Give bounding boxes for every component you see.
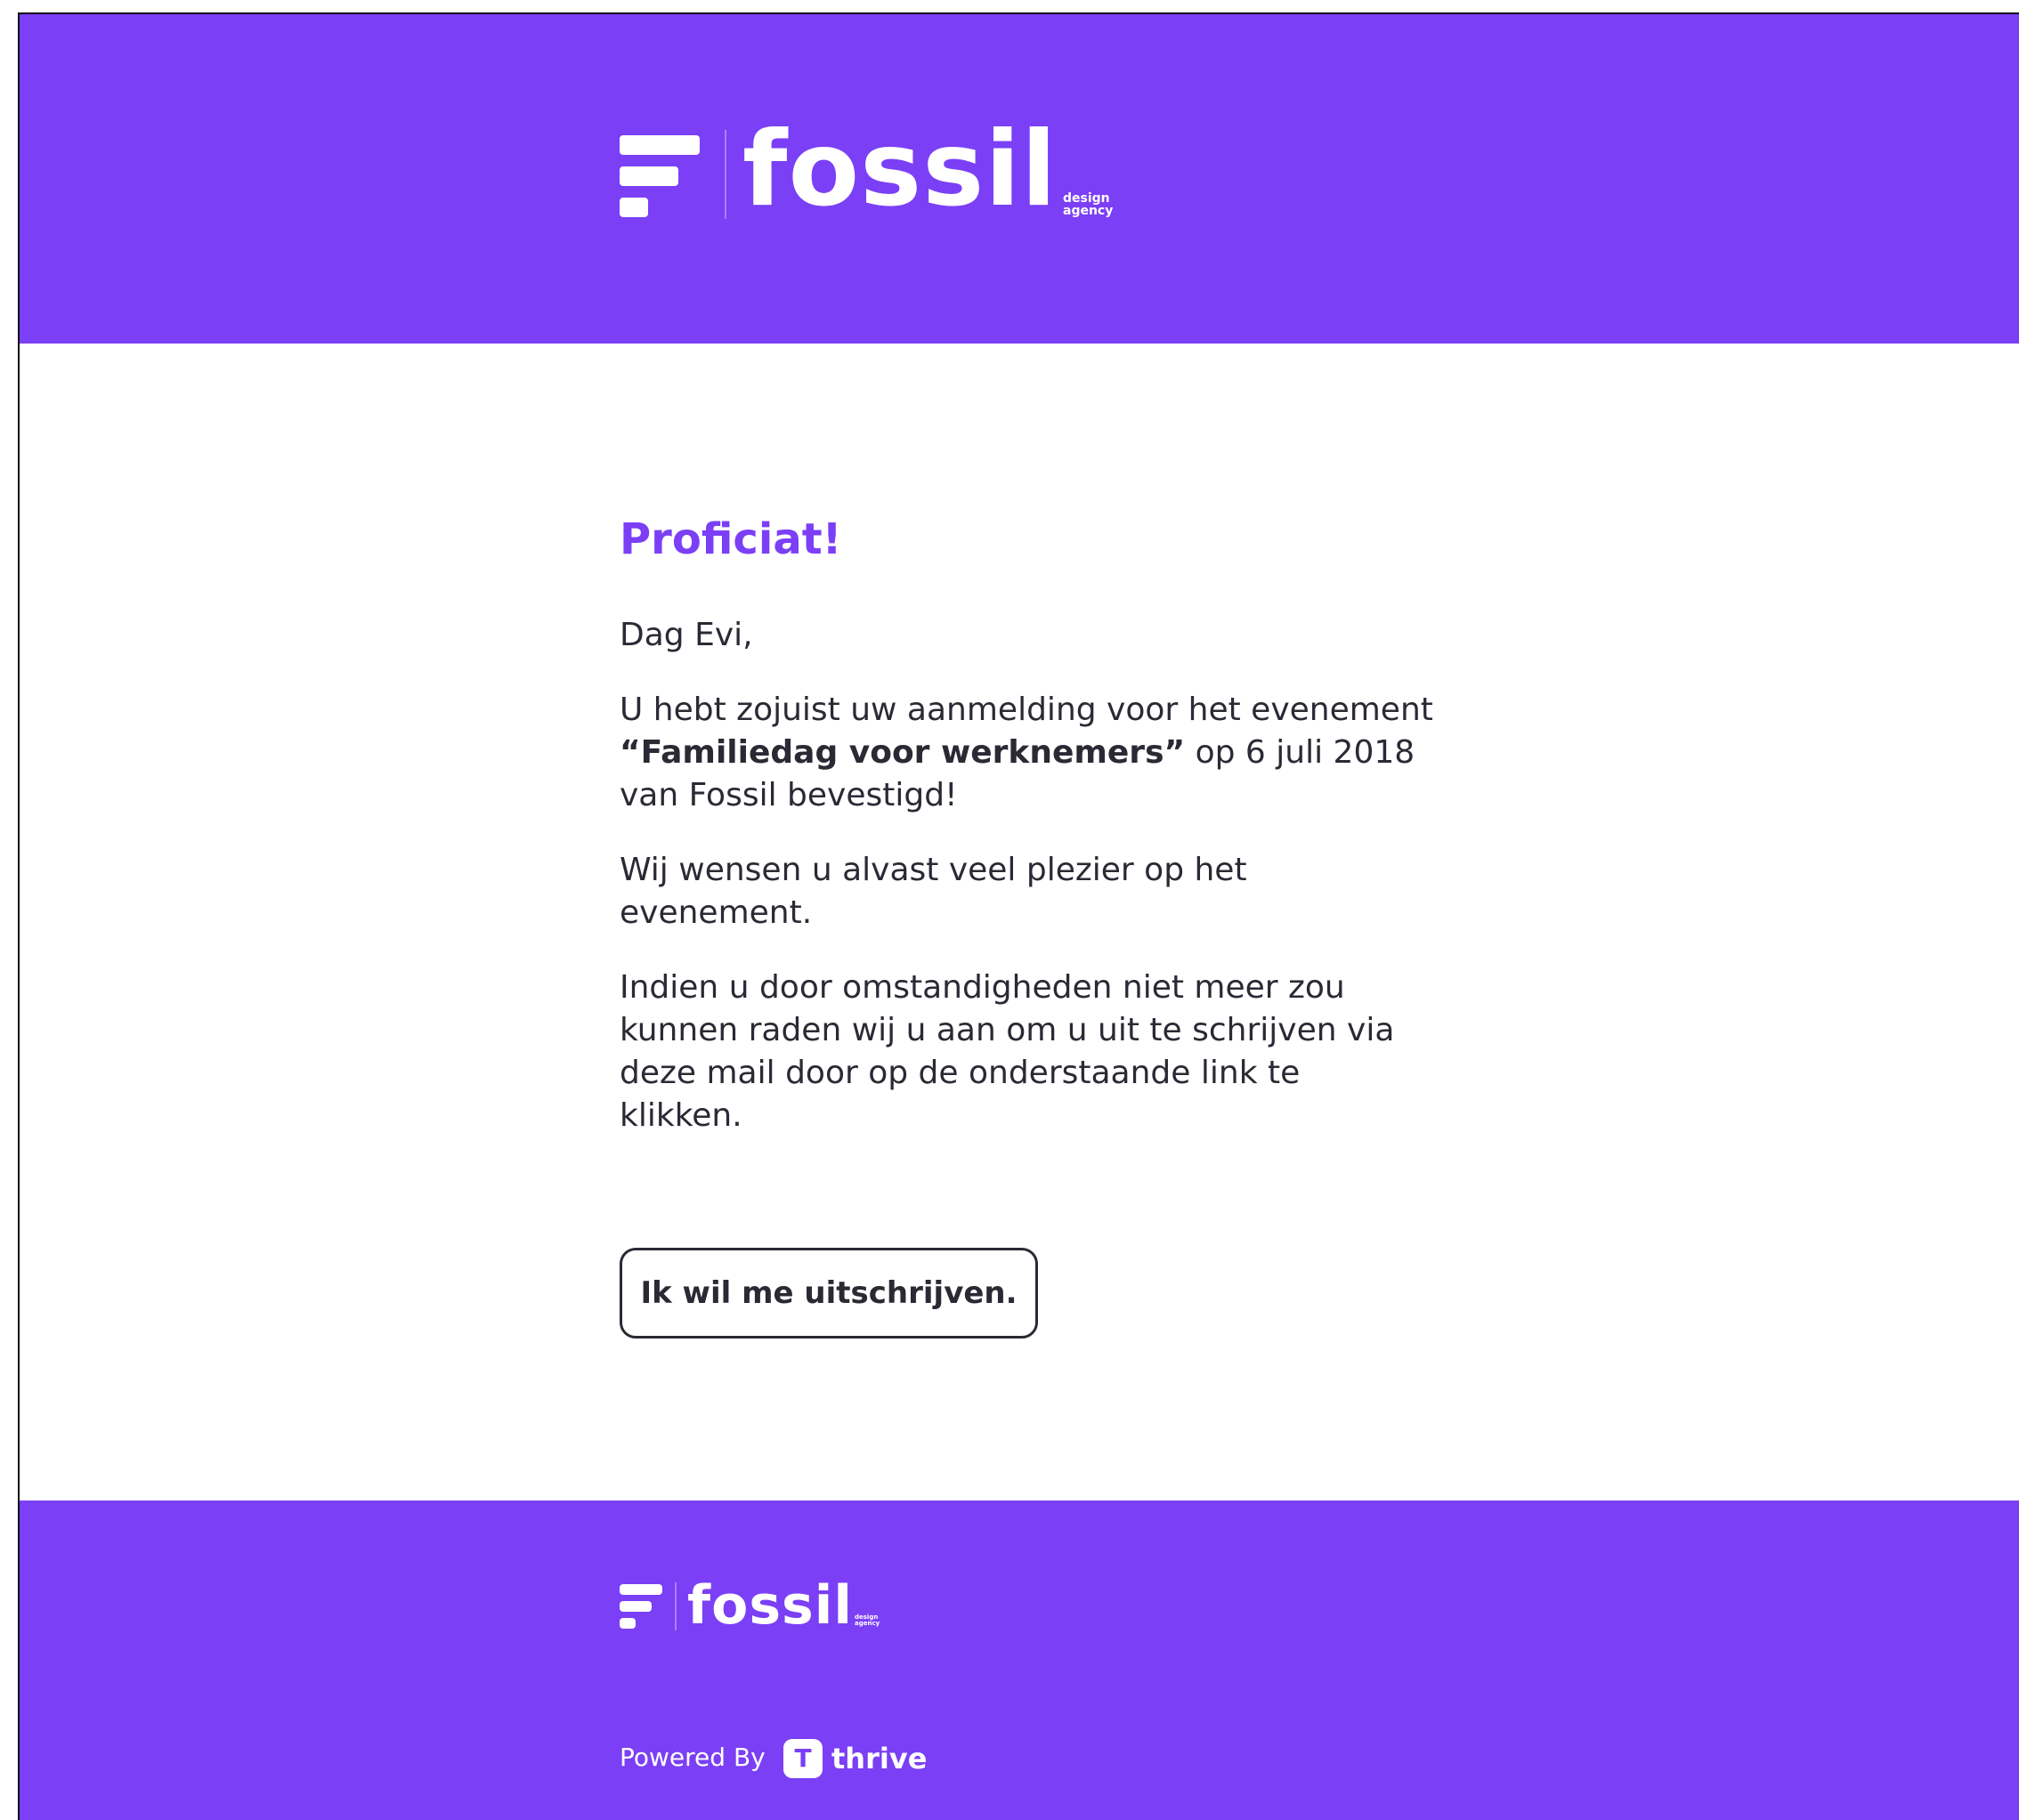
logo-divider: [675, 1582, 677, 1630]
email-header: fossil design agency: [20, 14, 2019, 344]
confirmation-text: U hebt zojuist uw aanmelding voor het ev…: [620, 692, 1433, 813]
email-body: Proficiat! Dag Evi, U hebt zojuist uw aa…: [20, 344, 2019, 1500]
greeting: Dag Evi,: [620, 617, 753, 653]
email-frame: fossil design agency Proficiat! Dag Evi,…: [18, 12, 2019, 1820]
powered-by[interactable]: Powered By T thrive: [620, 1735, 976, 1780]
logo-tagline: design agency: [1063, 191, 1114, 218]
fossil-logo-icon: [620, 135, 700, 217]
thrive-wordmark: thrive: [831, 1742, 928, 1776]
footer-logo: fossil design agency: [620, 1574, 904, 1637]
fossil-logo-icon: [620, 1584, 662, 1629]
event-name: “Familiedag voor werknemers”: [620, 734, 1186, 771]
powered-by-label: Powered By: [620, 1743, 766, 1772]
instructions-text: Indien u door omstandigheden niet meer z…: [620, 969, 1395, 1134]
wish-text: Wij wensen u alvast veel plezier op het …: [620, 852, 1247, 931]
thrive-icon: T: [783, 1739, 823, 1778]
logo-wordmark: fossil: [742, 109, 1058, 230]
logo-divider: [725, 130, 726, 219]
email-footer: fossil design agency Powered By T thrive: [20, 1500, 2019, 1820]
unsubscribe-button[interactable]: Ik wil me uitschrijven.: [620, 1248, 1038, 1339]
logo-tagline: design agency: [855, 1614, 880, 1627]
logo-wordmark: fossil: [687, 1574, 853, 1637]
headline: Proficiat!: [620, 514, 842, 564]
message: Proficiat! Dag Evi, U hebt zojuist uw aa…: [620, 513, 1474, 1169]
header-logo: fossil design agency: [620, 109, 1154, 230]
